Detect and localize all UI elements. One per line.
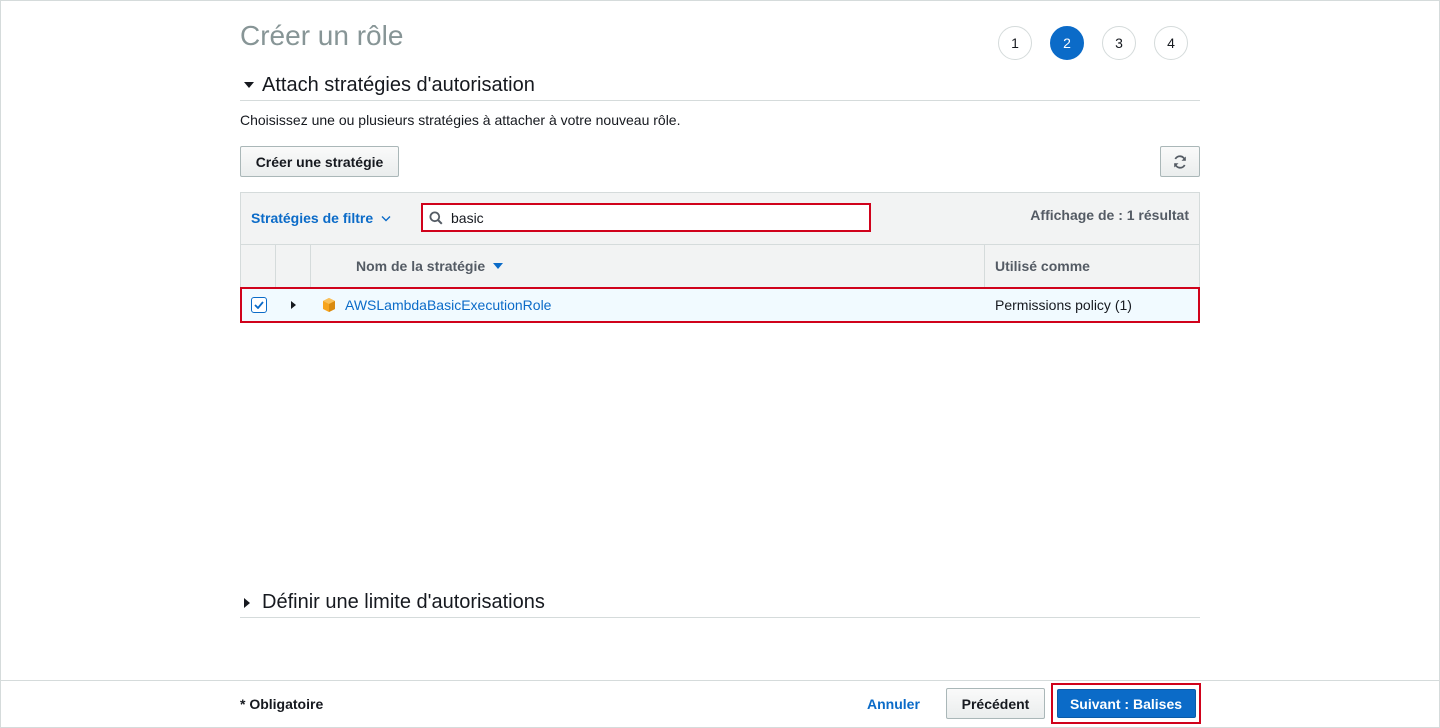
boundary-section-title: Définir une limite d'autorisations [262,591,545,613]
wizard-steps: 1 2 3 4 [998,26,1188,60]
header-check-cell [241,245,276,287]
next-button-highlight: Suivant : Balises [1051,683,1201,724]
expand-caret-icon [291,301,296,309]
table-header: Nom de la stratégie Utilisé comme [241,245,1199,288]
filter-policies-dropdown[interactable]: Stratégies de filtre [251,210,391,226]
step-1[interactable]: 1 [998,26,1032,60]
column-header-name[interactable]: Nom de la stratégie [311,245,985,287]
header-expand-cell [276,245,311,287]
sort-descending-icon[interactable] [493,263,504,269]
result-count: Affichage de : 1 résultat [1030,207,1189,223]
policies-table: Stratégies de filtre Affichage de : 1 ré… [240,192,1200,323]
row-checkbox[interactable] [250,297,267,313]
refresh-button[interactable] [1160,146,1200,177]
refresh-icon [1174,154,1186,169]
step-2-current[interactable]: 2 [1050,26,1084,60]
collapse-caret-icon[interactable] [240,82,262,88]
policy-used-as: Permissions policy (1) [995,297,1132,313]
expand-caret-icon[interactable] [240,597,262,608]
step-3[interactable]: 3 [1102,26,1136,60]
page-border [0,0,1440,728]
next-tags-button[interactable]: Suivant : Balises [1056,689,1196,718]
required-note: * Obligatoire [240,696,324,712]
policy-name-link[interactable]: AWSLambdaBasicExecutionRole [345,297,551,313]
cancel-link[interactable]: Annuler [867,696,920,712]
page-title: Créer un rôle [240,20,404,51]
policy-name-cell: AWSLambdaBasicExecutionRole [311,288,985,322]
search-box[interactable] [421,203,871,232]
previous-button[interactable]: Précédent [946,688,1045,719]
step-4[interactable]: 4 [1154,26,1188,60]
column-header-used-as[interactable]: Utilisé comme [985,245,1199,287]
filter-label: Stratégies de filtre [251,210,374,226]
create-policy-button[interactable]: Créer une stratégie [240,146,399,177]
aws-managed-policy-icon [323,298,335,312]
footer-bar [0,680,1440,728]
search-input[interactable] [449,208,853,227]
attach-section-title: Attach stratégies d'autorisation [262,73,535,96]
chevron-down-icon [381,215,391,221]
attach-description: Choisissez une ou plusieurs stratégies à… [240,112,681,128]
boundary-section-header[interactable]: Définir une limite d'autorisations [240,588,1200,618]
checkmark-icon [253,301,264,309]
table-row[interactable]: AWSLambdaBasicExecutionRole Permissions … [240,287,1200,323]
row-check-cell [241,288,276,322]
row-expand-toggle[interactable] [276,288,311,322]
attach-section-header[interactable]: Attach stratégies d'autorisation [240,70,1200,101]
filter-bar: Stratégies de filtre Affichage de : 1 ré… [241,193,1199,245]
column-header-name-label: Nom de la stratégie [356,258,486,274]
search-icon [429,211,443,225]
